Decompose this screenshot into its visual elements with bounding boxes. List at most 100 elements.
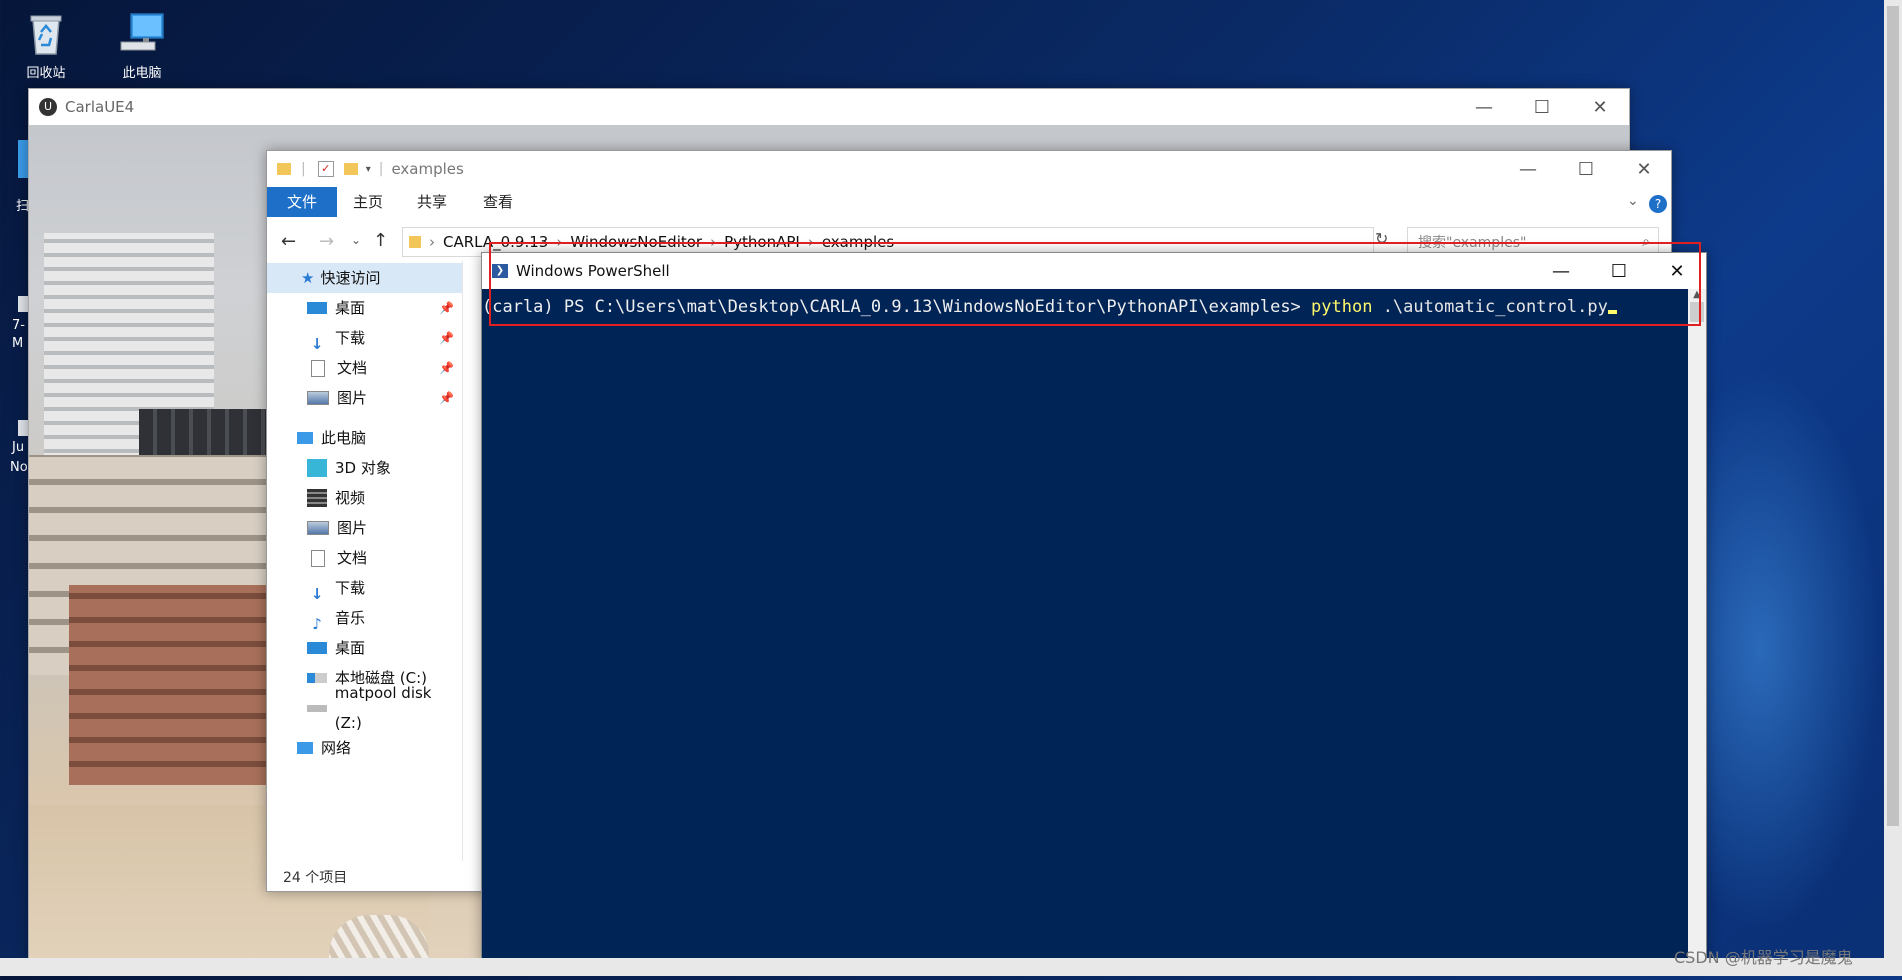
nav-label: 文档 [337, 359, 368, 377]
desktop-partial-icon[interactable] [18, 140, 28, 178]
nav-label: 图片 [337, 519, 368, 537]
nav-item-music[interactable]: ♪ 音乐 [307, 603, 365, 633]
desktop-icon-label: 回收站 [26, 66, 66, 81]
desktop-scroll-thumb[interactable] [1887, 6, 1899, 826]
carla-titlebar[interactable]: U CarlaUE4 [29, 89, 1629, 125]
nav-item-downloads[interactable]: ↓ 下载 [307, 573, 365, 603]
recycle-bin-icon [30, 15, 62, 55]
powershell-console[interactable]: (carla) PS C:\Users\mat\Desktop\CARLA_0.… [482, 289, 1706, 963]
document-icon [311, 359, 325, 377]
status-bar: 24 个项目 [283, 870, 348, 886]
nav-item-desktop[interactable]: 桌面 📌 [307, 293, 462, 323]
drive-icon [307, 673, 327, 683]
nav-label: 桌面 [335, 299, 366, 317]
explorer-maximize-button[interactable]: ☐ [1557, 151, 1615, 187]
nav-label: 此电脑 [321, 429, 367, 447]
watermark: CSDN @机器学习是魔鬼 [1674, 948, 1853, 967]
carla-window-title: CarlaUE4 [65, 98, 135, 116]
document-icon [311, 549, 325, 567]
nav-item-network-drive[interactable]: matpool disk (Z:) [307, 684, 462, 732]
nav-network[interactable]: 网络 [297, 733, 351, 763]
desktop-partial-label: 7- [12, 318, 25, 333]
nav-label: 桌面 [335, 639, 366, 657]
desktop-partial-icon[interactable] [18, 296, 28, 312]
desktop-icon [307, 642, 327, 654]
tab-file[interactable]: 文件 [267, 187, 338, 217]
nav-label: 音乐 [335, 609, 366, 627]
music-icon: ♪ [312, 615, 322, 633]
desktop-partial-label: No [10, 460, 28, 475]
computer-icon [120, 13, 164, 51]
star-icon: ★ [301, 269, 315, 287]
download-icon: ↓ [310, 335, 324, 353]
tab-share[interactable]: 共享 [397, 187, 467, 217]
wallpaper-light [1700, 320, 1902, 980]
nav-label: 网络 [321, 739, 352, 757]
nav-label: 视频 [335, 489, 366, 507]
network-icon [297, 742, 313, 754]
quick-access-toolbar-dropdown-icon[interactable]: ▾ [366, 164, 371, 175]
new-folder-icon[interactable] [343, 163, 358, 175]
nav-item-pictures[interactable]: 图片 [307, 513, 367, 543]
pin-icon[interactable]: 📌 [439, 383, 454, 413]
cube-icon [307, 459, 327, 477]
desktop-scrollbar[interactable] [1884, 0, 1902, 976]
scene-brick-building [69, 585, 269, 785]
forward-button[interactable]: → [319, 231, 334, 252]
carla-maximize-button[interactable]: ☐ [1513, 89, 1571, 125]
carla-close-button[interactable]: ✕ [1571, 89, 1629, 125]
highlight-box [489, 242, 1701, 326]
help-icon[interactable]: ? [1649, 195, 1667, 213]
navigation-pane[interactable]: ★ 快速访问 桌面 📌 ↓ 下载 📌 文档 📌 图片 📌 此电脑 3D 对象 视频 图片 … [267, 261, 463, 861]
desktop-partial-label: Ju [12, 440, 25, 455]
recent-locations-dropdown[interactable]: ⌄ [351, 233, 361, 247]
picture-icon [307, 521, 329, 535]
explorer-window-title: examples [391, 160, 464, 178]
back-button[interactable]: ← [281, 231, 296, 252]
ribbon-expand-icon[interactable]: ⌄ [1627, 193, 1639, 209]
nav-item-documents[interactable]: 文档 [307, 543, 367, 573]
explorer-close-button[interactable]: ✕ [1615, 151, 1673, 187]
nav-item-desktop[interactable]: 桌面 [307, 633, 365, 663]
nav-label: 图片 [337, 389, 368, 407]
unreal-logo-icon: U [39, 98, 57, 116]
desktop-icon-recycle-bin[interactable]: 回收站 [8, 8, 84, 81]
nav-label: 文档 [337, 549, 368, 567]
download-icon: ↓ [310, 585, 324, 603]
desktop-partial-label: M [12, 336, 24, 351]
film-icon [307, 489, 327, 507]
nav-quick-access[interactable]: ★ 快速访问 [267, 263, 462, 293]
desktop-partial-icon[interactable] [18, 420, 28, 436]
nav-label: 3D 对象 [335, 459, 391, 477]
explorer-titlebar[interactable]: | ✓ ▾ | examples [267, 151, 1671, 187]
nav-item-videos[interactable]: 视频 [307, 483, 365, 513]
pin-icon[interactable]: 📌 [439, 323, 454, 353]
tab-home[interactable]: 主页 [333, 187, 403, 217]
desktop-icon [307, 302, 327, 314]
explorer-minimize-button[interactable]: — [1499, 151, 1557, 187]
tab-view[interactable]: 查看 [463, 187, 533, 217]
picture-icon [307, 391, 329, 405]
nav-label: 下载 [335, 329, 366, 347]
nav-label: matpool disk (Z:) [334, 684, 432, 732]
desktop-icon-label: 此电脑 [122, 66, 162, 81]
network-drive-icon [307, 704, 327, 712]
computer-icon [297, 432, 313, 444]
nav-item-documents[interactable]: 文档 📌 [307, 353, 462, 383]
desktop-icon-this-pc[interactable]: 此电脑 [104, 8, 180, 81]
properties-icon[interactable]: ✓ [317, 161, 334, 177]
carla-minimize-button[interactable]: — [1455, 89, 1513, 125]
nav-this-pc[interactable]: 此电脑 [297, 423, 366, 453]
nav-item-pictures[interactable]: 图片 📌 [307, 383, 462, 413]
nav-item-downloads[interactable]: ↓ 下载 📌 [307, 323, 462, 353]
pin-icon[interactable]: 📌 [439, 353, 454, 383]
up-button[interactable]: ↑ [373, 230, 388, 251]
powershell-window[interactable]: ❯ Windows PowerShell — ☐ ✕ (carla) PS C:… [481, 252, 1707, 964]
nav-label: 快速访问 [320, 269, 381, 287]
nav-item-3d-objects[interactable]: 3D 对象 [307, 453, 391, 483]
folder-icon [409, 236, 421, 248]
nav-label: 下载 [335, 579, 366, 597]
console-scrollbar[interactable]: ▲ [1688, 289, 1706, 963]
desktop-horizontal-scrollbar[interactable] [0, 958, 1884, 976]
pin-icon[interactable]: 📌 [439, 293, 454, 323]
